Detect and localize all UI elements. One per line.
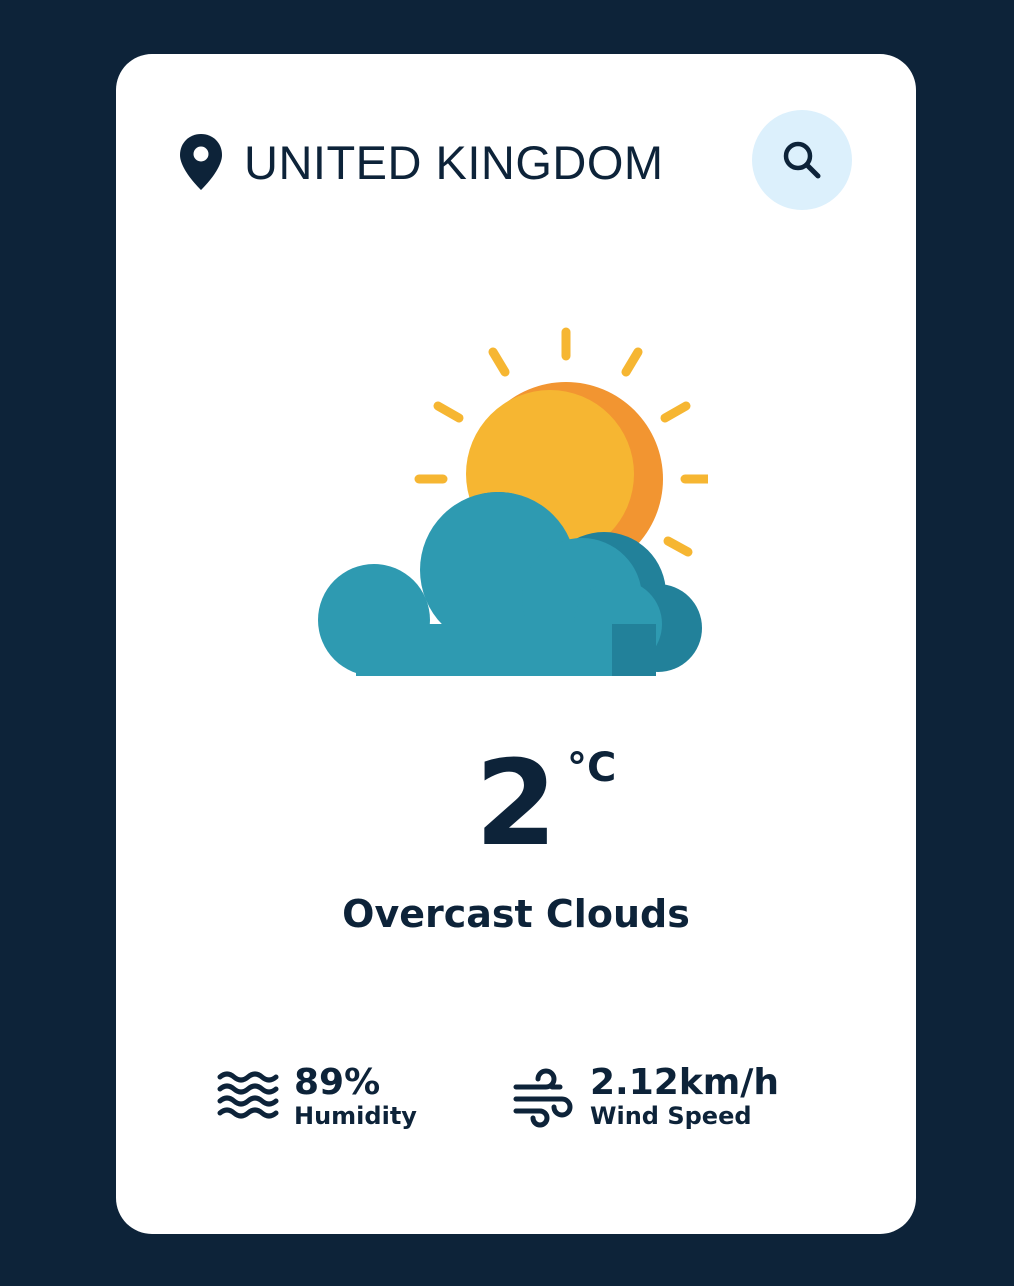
temperature-value: 2 °C — [474, 734, 617, 872]
location-header: UNITED KINGDOM — [178, 130, 664, 194]
humidity-value: 89% — [294, 1062, 381, 1103]
map-pin-icon — [180, 134, 222, 190]
wind-speed-value: 2.12km/h — [590, 1062, 780, 1103]
humidity-label: Humidity — [294, 1101, 417, 1130]
wind-speed-label: Wind Speed — [590, 1101, 752, 1130]
partly-cloudy-icon — [318, 327, 708, 676]
weather-condition: Overcast Clouds — [342, 892, 690, 936]
temperature-unit: °C — [567, 745, 617, 791]
search-icon — [783, 141, 821, 179]
wind-stat: 2.12km/h Wind Speed — [512, 1064, 779, 1131]
search-button[interactable] — [752, 110, 852, 210]
weather-card: UNITED KINGDOM 2 °C Overcast Clouds 89% … — [116, 54, 916, 1234]
humidity-stat: 89% Humidity — [216, 1064, 417, 1131]
location-name: UNITED KINGDOM — [244, 135, 664, 189]
wind-icon — [513, 1068, 573, 1128]
temperature-display: 2 °C — [116, 744, 916, 862]
humidity-waves-icon — [217, 1071, 279, 1119]
